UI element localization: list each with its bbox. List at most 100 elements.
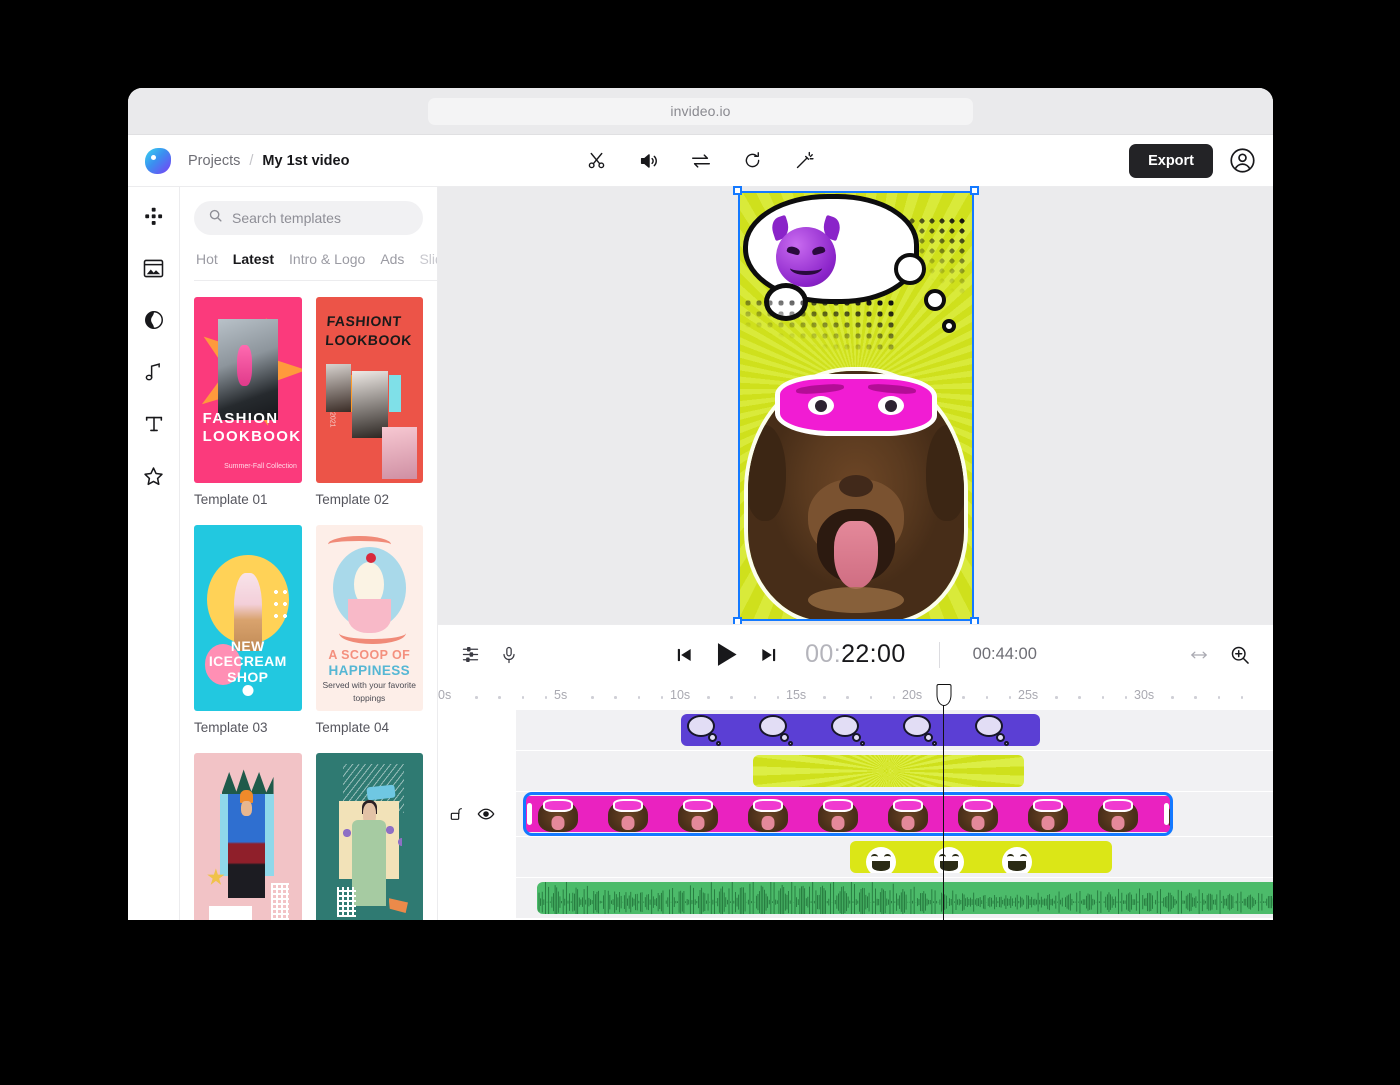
skip-next-icon[interactable] [759, 645, 779, 665]
clip-thumbnail [934, 847, 965, 873]
template-subtitle: Summer-Fall Collection [224, 463, 297, 471]
ruler-tick-label: 25s [1018, 688, 1039, 702]
template-card-04[interactable]: A SCOOP OF HAPPINESS Served with your fa… [315, 525, 423, 747]
tab-ads[interactable]: Ads [380, 251, 404, 267]
timeline-tracks [438, 710, 1273, 918]
skip-previous-icon[interactable] [674, 645, 694, 665]
zoom-in-icon[interactable] [1229, 644, 1251, 666]
timeline-clip-laughing-emoji[interactable] [850, 841, 1113, 873]
timeline[interactable]: 0s 5s 10s 15s 20s 25s 30s [438, 684, 1273, 920]
sidebar-item-stickers[interactable] [139, 461, 169, 491]
sidebar-item-filters[interactable] [139, 305, 169, 335]
sidebar-item-media[interactable] [139, 253, 169, 283]
preview-stage [438, 185, 1273, 626]
address-bar[interactable]: invideo.io [428, 97, 973, 125]
tab-intro-logo[interactable]: Intro & Logo [289, 251, 365, 267]
user-avatar-icon[interactable] [1229, 147, 1256, 174]
ruler-tick-label: 10s [670, 688, 691, 702]
tracks-icon[interactable] [460, 644, 481, 665]
timeline-ruler[interactable]: 0s 5s 10s 15s 20s 25s 30s [438, 684, 1273, 710]
timeline-clip-dog-video-selected[interactable] [522, 792, 1173, 836]
search-templates-box[interactable] [194, 201, 423, 235]
templates-panel: Hot Latest Intro & Logo Ads Slid FASHION… [180, 187, 438, 920]
trim-handle-right[interactable] [1163, 803, 1169, 825]
timeline-playhead[interactable] [936, 684, 952, 920]
playhead-handle[interactable] [936, 684, 952, 706]
fit-width-icon[interactable] [1189, 645, 1209, 665]
magic-wand-icon[interactable] [792, 148, 818, 174]
clip-body[interactable] [522, 796, 1173, 832]
tab-slideshow[interactable]: Slid [419, 251, 437, 267]
transition-icon[interactable] [688, 148, 714, 174]
volume-icon[interactable] [636, 148, 662, 174]
ruler-tick-dot [1240, 696, 1244, 699]
clip-thumbnail [593, 796, 663, 832]
template-thumbnail: FASHION LOOKBOOK Summer-Fall Collection [194, 297, 302, 483]
transport-right-tools [1189, 644, 1251, 666]
header-right-group: Export [1129, 143, 1273, 178]
app-header: Projects / My 1st video Export [128, 135, 1273, 187]
microphone-icon[interactable] [499, 645, 519, 665]
thought-bubble-track[interactable] [516, 710, 1273, 750]
ruler-tick-dot [498, 696, 501, 699]
timecode-minutes-seconds: 22:00 [841, 640, 906, 668]
emoji-track[interactable] [516, 837, 1273, 877]
app-body: Hot Latest Intro & Logo Ads Slid FASHION… [128, 185, 1273, 920]
ruler-tick-dot [846, 696, 849, 699]
rotate-icon[interactable] [740, 148, 766, 174]
background-track[interactable] [516, 751, 1273, 791]
timeline-clip-audio[interactable] [536, 882, 1273, 914]
bubble-dot-large [893, 252, 926, 285]
visibility-eye-icon[interactable] [477, 805, 495, 823]
breadcrumb-current-project[interactable]: My 1st video [262, 153, 349, 169]
template-thumbnail: NEW ICECREAM SHOP [194, 525, 302, 711]
template-title-line2: LOOKBOOK [202, 427, 302, 445]
bubble-dot-medium [923, 288, 946, 311]
cut-icon[interactable] [584, 148, 610, 174]
sidebar-item-templates[interactable] [139, 201, 169, 231]
ruler-tick-dot [776, 696, 780, 699]
lock-icon[interactable] [448, 806, 464, 822]
play-icon[interactable] [711, 639, 742, 670]
ruler-tick-dot [660, 696, 664, 699]
devil-emoji-icon [768, 214, 843, 289]
search-input[interactable] [232, 210, 409, 226]
template-label: Template 01 [194, 492, 268, 507]
trim-handle-left[interactable] [526, 803, 532, 825]
canvas-selection[interactable] [732, 185, 979, 626]
template-thumbnail: FASHIONT LOOKBOOK 2021 [315, 297, 423, 483]
clip-thumbnail [686, 715, 721, 746]
transport-left-tools [460, 644, 519, 665]
tab-latest[interactable]: Latest [233, 251, 274, 267]
template-title-line1: A SCOOP OF [328, 647, 411, 662]
ruler-tick-dot [1194, 696, 1197, 699]
resize-handle-top-right[interactable] [969, 185, 979, 195]
current-timecode: 00:22:00 [805, 640, 906, 669]
template-card-05[interactable] [194, 753, 302, 920]
timeline-clip-thought-bubbles[interactable] [680, 714, 1041, 746]
sidebar-item-music[interactable] [139, 357, 169, 387]
ruler-tick-dot [1078, 696, 1081, 699]
audio-track[interactable] [516, 878, 1273, 918]
clip-thumbnail [830, 715, 865, 746]
breadcrumb-projects-link[interactable]: Projects [188, 153, 240, 169]
template-card-01[interactable]: FASHION LOOKBOOK Summer-Fall Collection … [194, 297, 302, 519]
sidebar-item-text[interactable] [139, 409, 169, 439]
ruler-tick-dot [637, 696, 641, 699]
template-card-03[interactable]: NEW ICECREAM SHOP Template 03 [194, 525, 302, 747]
invideo-logo-icon[interactable] [145, 147, 171, 174]
export-button[interactable]: Export [1129, 143, 1213, 178]
ruler-tick-dot [475, 696, 478, 699]
video-track[interactable] [450, 792, 1273, 836]
browser-window: invideo.io Projects / My 1st video Expor… [128, 88, 1273, 920]
template-card-06[interactable] [315, 753, 423, 920]
clip-thumbnail [1013, 796, 1083, 832]
video-canvas[interactable] [737, 190, 974, 621]
templates-panel-top: Hot Latest Intro & Logo Ads Slid [180, 187, 437, 281]
timeline-clip-sunburst[interactable] [752, 755, 1025, 787]
ruler-tick-dot [1171, 696, 1174, 699]
resize-handle-top-left[interactable] [732, 185, 742, 195]
tab-hot[interactable]: Hot [196, 251, 218, 267]
address-bar-url: invideo.io [670, 103, 731, 119]
template-card-02[interactable]: FASHIONT LOOKBOOK 2021 Template 02 [315, 297, 423, 519]
